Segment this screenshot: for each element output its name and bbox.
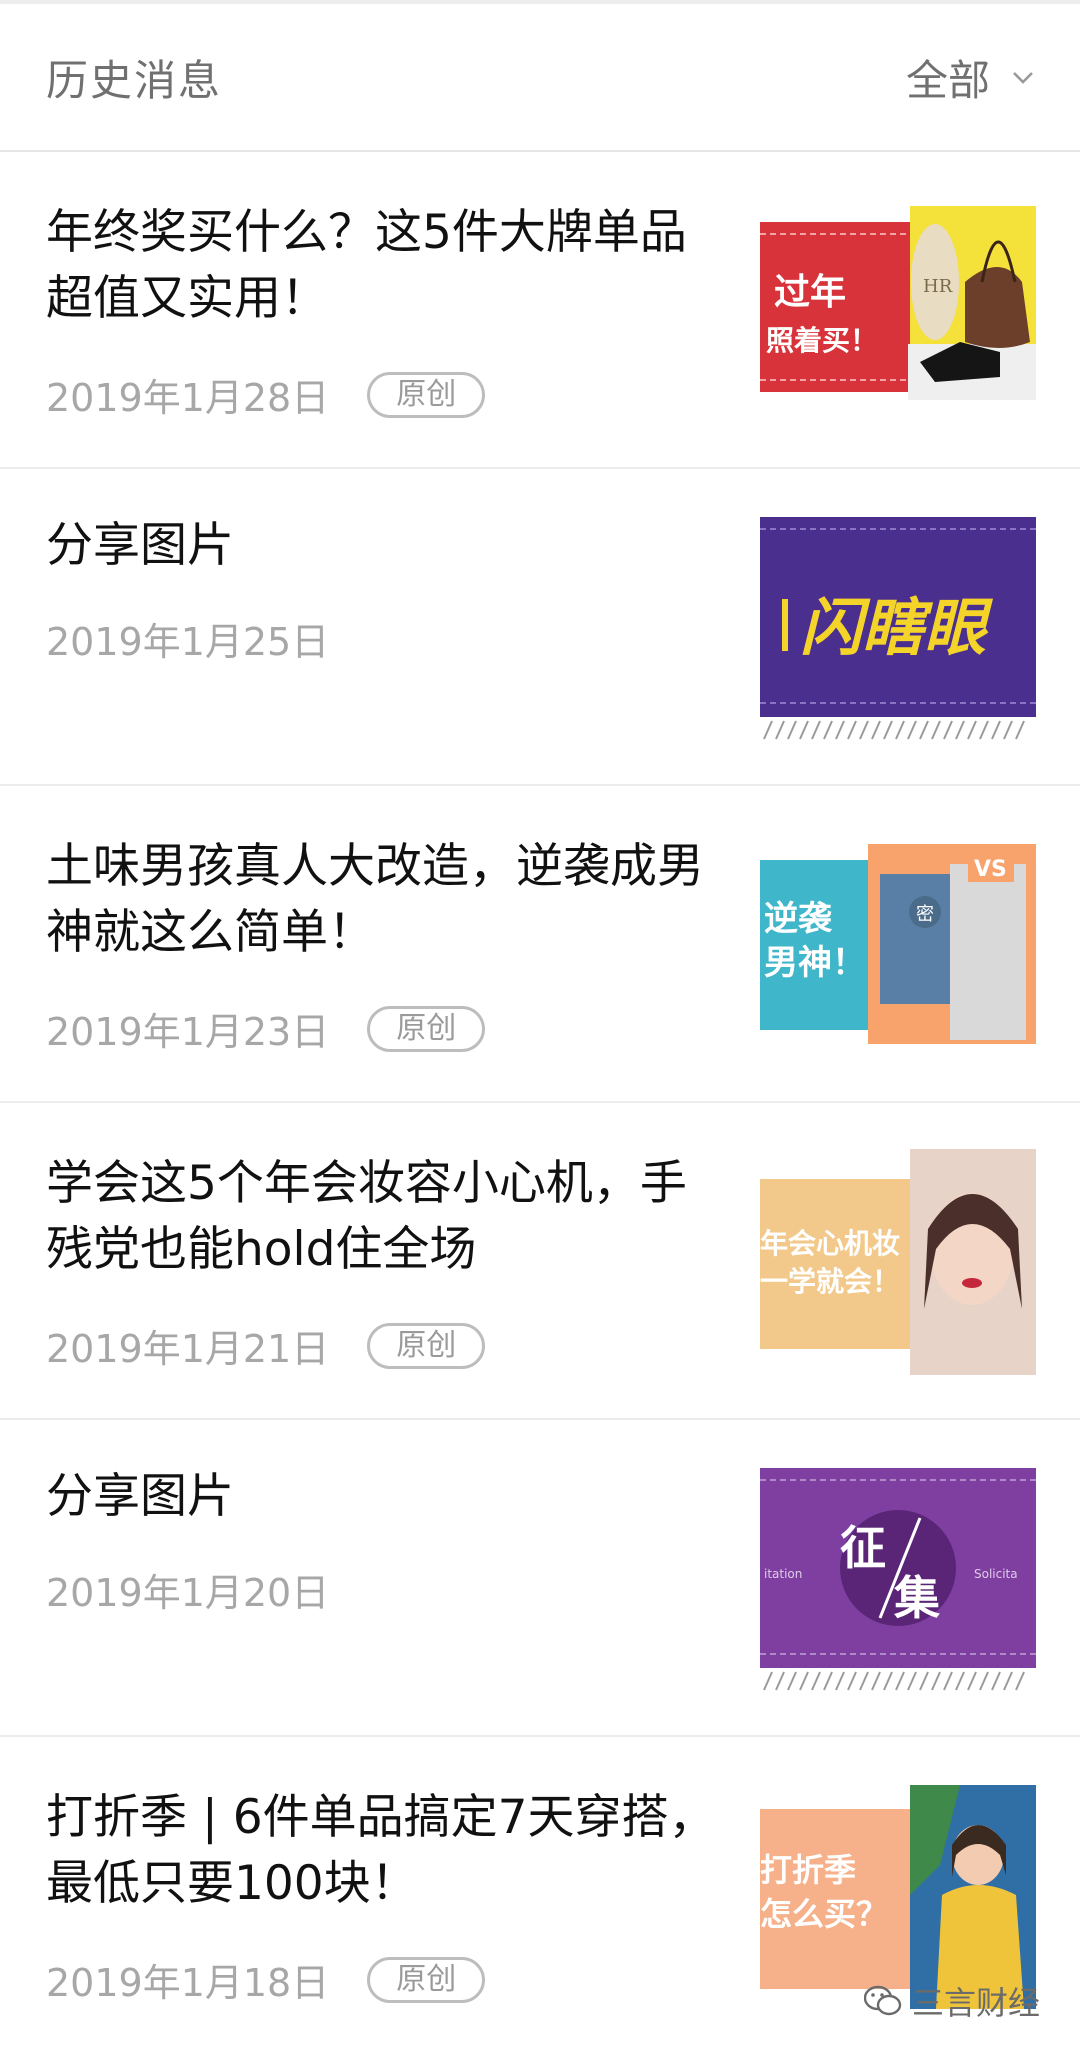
article-title[interactable]: 学会这5个年会妆容小心机，手残党也能hold住全场	[46, 1151, 726, 1283]
article-meta: 2019年1月20日	[46, 1562, 329, 1617]
article-meta: 2019年1月28日 原创	[46, 367, 486, 422]
thumb-side-text: Solicita	[974, 1567, 1018, 1581]
filter-dropdown[interactable]: 全部	[906, 47, 1034, 108]
article-meta: 2019年1月21日 原创	[46, 1318, 486, 1373]
article-thumbnail[interactable]: 密 VS 逆袭 男神！	[760, 834, 1036, 1054]
article-item[interactable]: 分享图片 2019年1月20日 征 集 itation Solicita	[0, 1420, 1080, 1737]
face-blur-label: 密	[916, 904, 934, 925]
chevron-down-icon	[1013, 72, 1033, 84]
original-badge: 原创	[367, 1322, 486, 1369]
vs-badge: VS	[974, 857, 1007, 882]
thumb-text: 男神！	[764, 943, 866, 983]
wechat-icon	[863, 1985, 902, 2016]
article-date: 2019年1月28日	[46, 376, 330, 420]
thumb-text: 过年	[774, 272, 846, 313]
article-title[interactable]: 分享图片	[46, 1464, 726, 1530]
original-badge: 原创	[367, 1956, 486, 2003]
watermark-text: 三言财经	[911, 1984, 1040, 2022]
article-date: 2019年1月25日	[46, 620, 330, 664]
article-item[interactable]: 年终奖买什么？这5件大牌单品超值又实用！ 2019年1月28日 原创 过年 照着…	[0, 152, 1080, 469]
history-header: 历史消息 全部	[0, 4, 1080, 152]
article-list: 年终奖买什么？这5件大牌单品超值又实用！ 2019年1月28日 原创 过年 照着…	[0, 152, 1080, 2054]
thumb-text: 闪瞎眼	[800, 591, 994, 664]
filter-label: 全部	[905, 55, 990, 105]
article-item[interactable]: 学会这5个年会妆容小心机，手残党也能hold住全场 2019年1月21日 原创 …	[0, 1103, 1080, 1420]
article-meta: 2019年1月18日 原创	[46, 1952, 486, 2007]
article-item[interactable]: 分享图片 2019年1月25日 闪瞎眼	[0, 469, 1080, 786]
article-thumbnail[interactable]: 闪瞎眼	[760, 517, 1036, 741]
thumb-text: 怎么买？	[760, 1895, 888, 1933]
original-badge: 原创	[367, 1005, 486, 1052]
article-title[interactable]: 土味男孩真人大改造，逆袭成男神就这么简单！	[46, 834, 726, 966]
thumb-text: 一学就会！	[760, 1265, 900, 1298]
page-title: 历史消息	[46, 55, 223, 105]
article-title[interactable]: 打折季 | 6件单品搞定7天穿搭，最低只要100块！	[46, 1785, 726, 1917]
thumb-text: 年会心机妆	[760, 1227, 900, 1260]
article-thumbnail[interactable]: 打折季 怎么买？	[760, 1785, 1036, 2009]
thumb-side-text: itation	[764, 1567, 802, 1581]
article-date: 2019年1月23日	[46, 1010, 330, 1054]
article-date: 2019年1月21日	[46, 1327, 330, 1371]
article-meta: 2019年1月25日	[46, 611, 329, 666]
thumb-text: 征	[840, 1521, 886, 1575]
article-date: 2019年1月18日	[46, 1961, 330, 2005]
article-thumbnail[interactable]: 年会心机妆 一学就会！	[760, 1149, 1036, 1375]
article-date: 2019年1月20日	[46, 1571, 330, 1615]
brand-logo: HR	[923, 276, 953, 297]
thumb-text: 照着买！	[766, 324, 878, 357]
thumb-text: 打折季	[760, 1851, 856, 1889]
article-title[interactable]: 分享图片	[46, 513, 726, 579]
article-thumbnail[interactable]: 过年 照着买！ HR	[760, 192, 1036, 414]
source-watermark: 三言财经	[863, 1978, 1040, 2024]
thumb-text: 集	[893, 1571, 940, 1625]
article-thumbnail[interactable]: 征 集 itation Solicita	[760, 1468, 1036, 1692]
article-meta: 2019年1月23日 原创	[46, 1001, 486, 1056]
article-item[interactable]: 土味男孩真人大改造，逆袭成男神就这么简单！ 2019年1月23日 原创 密 VS…	[0, 786, 1080, 1103]
article-title[interactable]: 年终奖买什么？这5件大牌单品超值又实用！	[46, 200, 726, 332]
original-badge: 原创	[367, 371, 486, 418]
thumb-text: 逆袭	[764, 899, 833, 939]
